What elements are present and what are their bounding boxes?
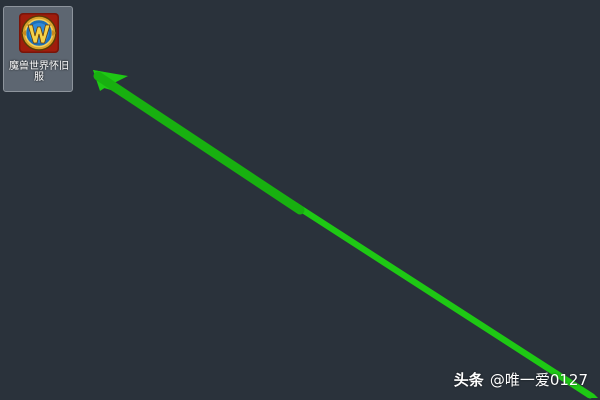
desktop: 魔兽世界怀旧服 头条 @唯一爱0127 xyxy=(0,0,600,400)
watermark-handle: @唯一爱0127 xyxy=(489,371,588,389)
toutiao-watermark: 头条 @唯一爱0127 xyxy=(454,370,588,390)
watermark-brand: 头条 xyxy=(453,371,484,389)
green-pointer-arrow xyxy=(93,70,598,399)
